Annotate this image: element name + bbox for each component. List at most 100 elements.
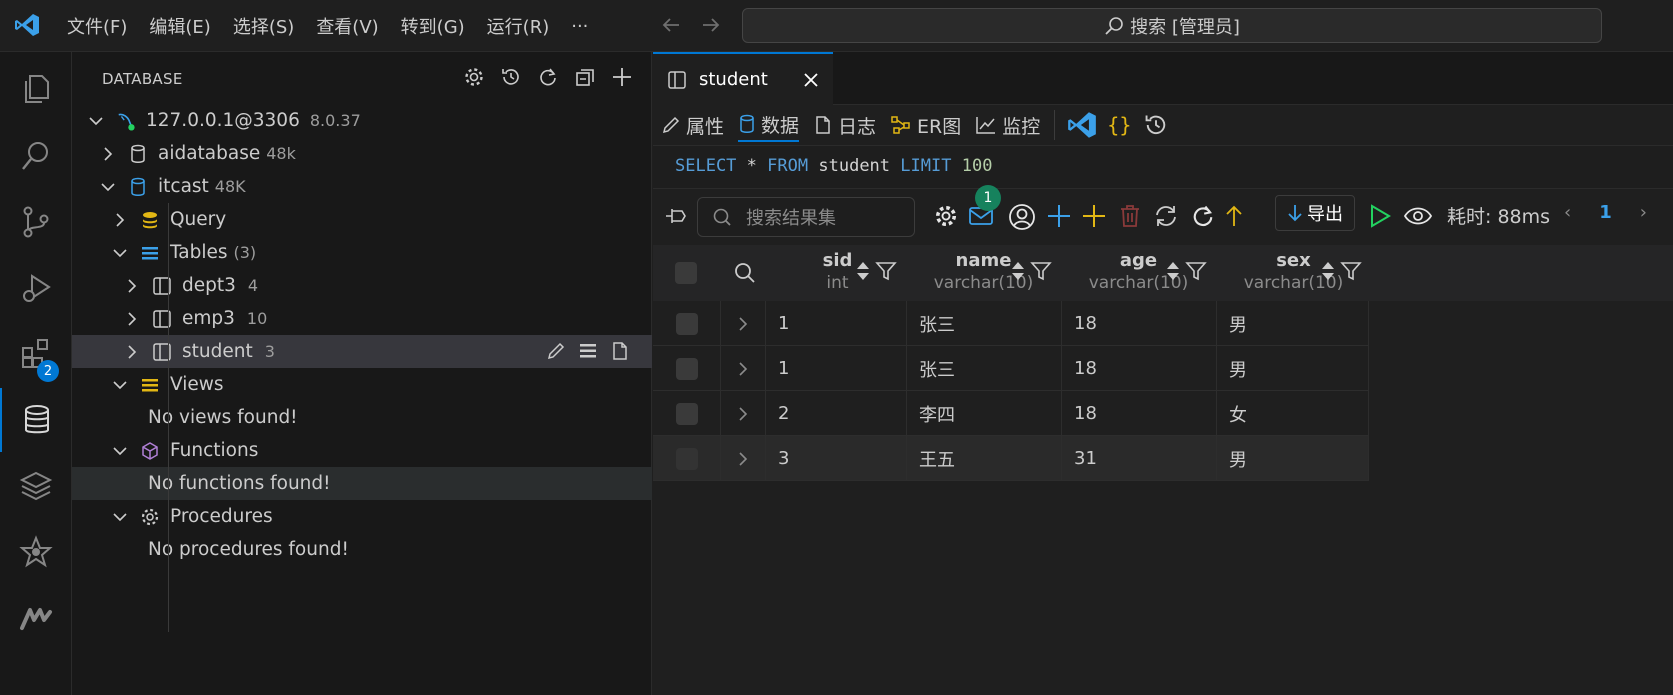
- cell-sid[interactable]: 2: [766, 391, 907, 436]
- row-checkbox[interactable]: [675, 402, 698, 425]
- current-page[interactable]: 1: [1599, 202, 1612, 223]
- sort-icon[interactable]: [855, 259, 871, 283]
- filter-icon[interactable]: [1340, 259, 1362, 283]
- menu-go[interactable]: 转到(G): [390, 13, 476, 39]
- chevron-down-icon[interactable]: [98, 177, 118, 197]
- cell-sid[interactable]: 3: [766, 436, 907, 481]
- history-icon[interactable]: [500, 66, 522, 88]
- cell-sex[interactable]: 男: [1217, 436, 1369, 481]
- tab-data[interactable]: 数据: [738, 108, 800, 142]
- refresh-icon[interactable]: [1190, 203, 1216, 229]
- tab-monitor[interactable]: 监控: [975, 108, 1040, 142]
- eye-icon[interactable]: [1403, 204, 1433, 228]
- delete-trash-icon[interactable]: [1117, 203, 1143, 229]
- prev-page-icon[interactable]: ‹: [1564, 202, 1571, 223]
- cell-age[interactable]: 31: [1062, 436, 1217, 481]
- sync-icon[interactable]: [1153, 203, 1179, 229]
- cell-name[interactable]: 张三: [907, 346, 1062, 391]
- chevron-down-icon[interactable]: [86, 111, 106, 131]
- add-connection-icon[interactable]: [611, 66, 633, 88]
- cell-name[interactable]: 王五: [907, 436, 1062, 481]
- history-icon[interactable]: [1143, 112, 1169, 138]
- chevron-right-icon[interactable]: [110, 210, 130, 230]
- file-icon[interactable]: [610, 341, 630, 361]
- tree-db-aidatabase[interactable]: aidatabase 48k: [72, 137, 652, 170]
- chevron-right-icon[interactable]: [735, 315, 751, 333]
- sort-up-arrow-icon[interactable]: [1223, 203, 1245, 229]
- command-center-search[interactable]: 搜索 [管理员]: [742, 8, 1602, 43]
- cell-name[interactable]: 张三: [907, 301, 1062, 346]
- row-checkbox[interactable]: [675, 447, 698, 470]
- chevron-right-icon[interactable]: [735, 360, 751, 378]
- tree-db-itcast[interactable]: itcast 48K: [72, 170, 652, 203]
- cell-sex[interactable]: 女: [1217, 391, 1369, 436]
- cell-sid[interactable]: 1: [766, 346, 907, 391]
- tab-log[interactable]: 日志: [813, 108, 876, 142]
- table-row[interactable]: 2 李四 18 女: [653, 391, 1369, 436]
- result-search-input[interactable]: 搜索结果集: [697, 197, 915, 237]
- tree-table-emp3[interactable]: emp3 10: [72, 302, 652, 335]
- cell-name[interactable]: 李四: [907, 391, 1062, 436]
- settings-gear-icon[interactable]: [933, 203, 959, 229]
- vscode-logo-icon[interactable]: [1067, 110, 1097, 140]
- tree-query[interactable]: Query: [72, 203, 652, 236]
- add-row-icon[interactable]: [1046, 203, 1072, 229]
- select-all-checkbox[interactable]: [675, 262, 697, 284]
- cell-sid[interactable]: 1: [766, 301, 907, 346]
- menu-edit[interactable]: 编辑(E): [138, 13, 221, 39]
- chevron-right-icon[interactable]: [735, 405, 751, 423]
- tree-functions[interactable]: Functions: [72, 434, 652, 467]
- menu-view[interactable]: 查看(V): [305, 13, 389, 39]
- database-icon[interactable]: [0, 388, 72, 452]
- tree-table-dept3[interactable]: dept3 4: [72, 269, 652, 302]
- menu-file[interactable]: 文件(F): [56, 13, 138, 39]
- list-icon[interactable]: [578, 341, 598, 361]
- filter-icon[interactable]: [875, 259, 897, 283]
- sort-icon[interactable]: [1320, 259, 1336, 283]
- table-row[interactable]: 3 王五 31 男: [653, 436, 1369, 481]
- chevron-down-icon[interactable]: [110, 507, 130, 527]
- cell-sex[interactable]: 男: [1217, 346, 1369, 391]
- user-circle-icon[interactable]: [1008, 203, 1036, 231]
- cell-age[interactable]: 18: [1062, 346, 1217, 391]
- layers-icon[interactable]: [0, 454, 72, 518]
- tree-connection[interactable]: 127.0.0.1@3306 8.0.37: [72, 104, 652, 137]
- tab-er-diagram[interactable]: ER图: [890, 108, 961, 142]
- tree-procedures[interactable]: Procedures: [72, 500, 652, 533]
- tree-tables[interactable]: Tables (3): [72, 236, 652, 269]
- forward-arrow-icon[interactable]: [700, 14, 722, 36]
- chevron-right-icon[interactable]: [122, 342, 142, 362]
- table-row[interactable]: 1 张三 18 男: [653, 346, 1369, 391]
- chevron-down-icon[interactable]: [110, 441, 130, 461]
- cell-age[interactable]: 18: [1062, 301, 1217, 346]
- cell-age[interactable]: 18: [1062, 391, 1217, 436]
- table-row[interactable]: 1 张三 18 男: [653, 301, 1369, 346]
- tree-table-student[interactable]: student 3: [72, 335, 652, 368]
- sort-icon[interactable]: [1010, 259, 1026, 283]
- menu-run[interactable]: 运行(R): [476, 13, 561, 39]
- settings-gear-icon[interactable]: [463, 66, 485, 88]
- source-control-icon[interactable]: [0, 190, 72, 254]
- row-checkbox[interactable]: [675, 312, 698, 335]
- run-play-icon[interactable]: [1367, 203, 1393, 229]
- tree-views[interactable]: Views: [72, 368, 652, 401]
- chevron-down-icon[interactable]: [110, 243, 130, 263]
- filter-icon[interactable]: [1185, 259, 1207, 283]
- sql-query[interactable]: SELECT * FROM student LIMIT 100: [653, 145, 1673, 189]
- row-checkbox[interactable]: [675, 357, 698, 380]
- refresh-icon[interactable]: [537, 66, 559, 88]
- chevron-right-icon[interactable]: [122, 276, 142, 296]
- cell-sex[interactable]: 男: [1217, 301, 1369, 346]
- chevron-right-icon[interactable]: [122, 309, 142, 329]
- extensions-icon[interactable]: 2: [0, 322, 72, 386]
- m-logo-icon[interactable]: [0, 586, 72, 650]
- menu-selection[interactable]: 选择(S): [222, 13, 305, 39]
- search-view-icon[interactable]: [0, 124, 72, 188]
- sort-icon[interactable]: [1165, 259, 1181, 283]
- chevron-right-icon[interactable]: [98, 144, 118, 164]
- next-page-icon[interactable]: ›: [1640, 202, 1647, 223]
- filter-icon[interactable]: [1030, 259, 1052, 283]
- tab-properties[interactable]: 属性: [661, 108, 724, 142]
- json-braces-icon[interactable]: {}: [1107, 113, 1131, 137]
- chevron-right-icon[interactable]: [735, 450, 751, 468]
